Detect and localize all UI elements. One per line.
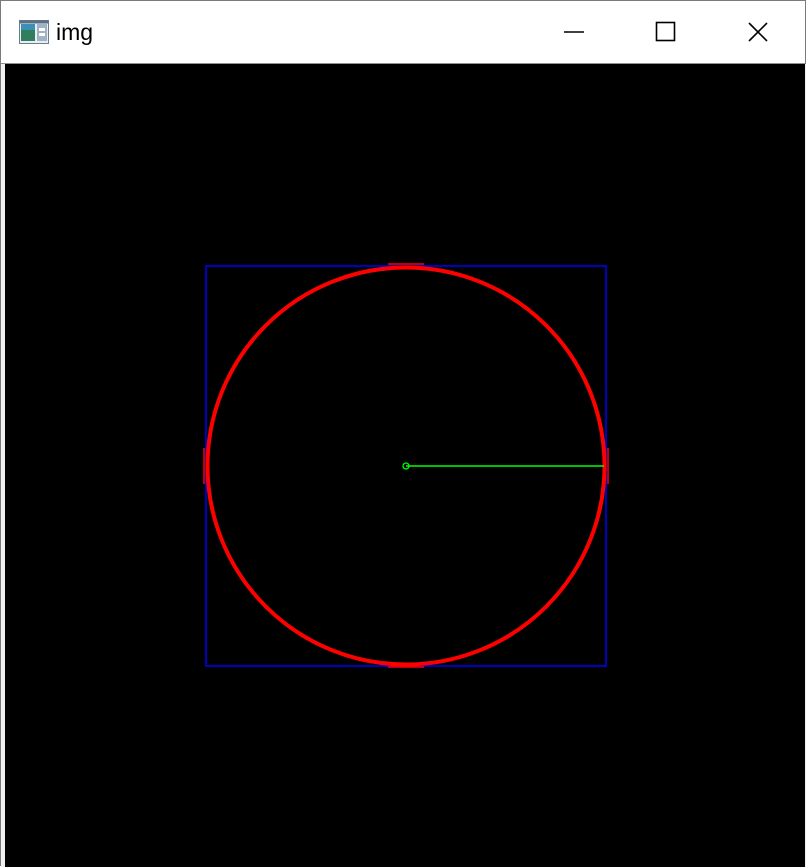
close-icon (747, 21, 769, 43)
minimize-button[interactable] (528, 1, 620, 63)
title-bar[interactable]: img (1, 1, 805, 64)
close-button[interactable] (712, 1, 804, 63)
app-window-icon (19, 20, 49, 44)
image-canvas (5, 64, 805, 867)
maximize-button[interactable] (620, 1, 712, 63)
maximize-icon (655, 21, 677, 43)
image-window: img (0, 0, 806, 867)
minimize-icon (563, 21, 585, 43)
image-background (5, 64, 805, 867)
window-title: img (56, 19, 94, 45)
